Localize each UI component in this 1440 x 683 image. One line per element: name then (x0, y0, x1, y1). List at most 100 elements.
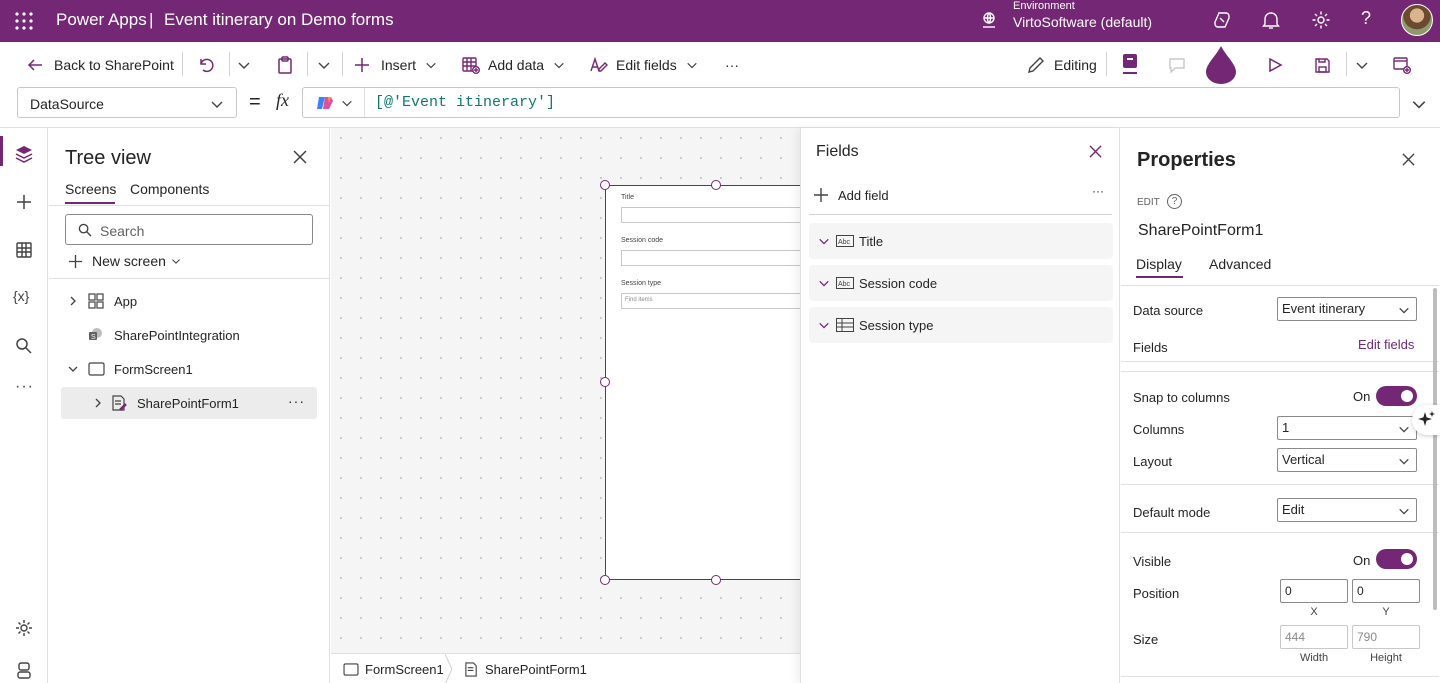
environment-label: Environment (1013, 0, 1075, 12)
form-combo-box[interactable]: Find items (621, 293, 801, 309)
search-rail-icon[interactable] (14, 336, 34, 356)
chevron-down-icon (318, 62, 330, 69)
resize-handle[interactable] (711, 180, 721, 190)
undo-dropdown-chevron[interactable] (237, 55, 251, 75)
visible-toggle[interactable] (1376, 549, 1417, 569)
preview-play-button[interactable] (1267, 55, 1283, 75)
chevron-down-icon (171, 259, 180, 264)
rail-active-indicator (0, 136, 3, 166)
data-source-dropdown[interactable]: Event itinerary (1277, 297, 1417, 321)
paste-button[interactable] (276, 55, 294, 75)
snap-to-columns-toggle[interactable] (1376, 386, 1417, 406)
app-header: Power Apps | Event itinerary on Demo for… (0, 0, 1440, 42)
back-to-sharepoint-button[interactable]: Back to SharePoint (26, 55, 174, 75)
design-canvas[interactable]: Title Session code Session type Find ite… (331, 128, 801, 683)
add-field-button[interactable]: Add field (813, 187, 889, 203)
columns-dropdown[interactable]: 1 (1277, 416, 1417, 440)
tree-view-toggle-button[interactable] (1121, 54, 1139, 74)
y-caption: Y (1382, 606, 1390, 618)
copilot-sparkle-button[interactable] (1412, 405, 1440, 435)
resize-handle[interactable] (600, 575, 610, 585)
width-input[interactable]: 444 (1280, 625, 1348, 649)
field-label: Title (859, 233, 884, 249)
close-icon[interactable] (1089, 145, 1102, 158)
layers-icon[interactable] (14, 144, 34, 164)
form-text-input[interactable] (621, 250, 801, 266)
editing-mode-button[interactable]: Editing (1027, 55, 1097, 75)
more-commands-button[interactable]: ··· (725, 55, 739, 75)
help-icon[interactable]: ? (1167, 194, 1182, 209)
breadcrumb-item-screen[interactable]: FormScreen1 (343, 662, 444, 677)
editing-label: Editing (1054, 57, 1097, 73)
edit-text-icon (590, 56, 608, 72)
bot-icon (17, 662, 31, 679)
property-dropdown[interactable]: DataSource (17, 87, 237, 118)
app-name: Power Apps (56, 10, 147, 29)
save-dropdown-chevron[interactable] (1355, 55, 1369, 75)
settings-rail-icon[interactable] (14, 618, 34, 638)
help-icon[interactable]: ? (1361, 8, 1371, 29)
data-rail-icon[interactable] (14, 240, 34, 260)
edit-fields-button[interactable]: Edit fields (590, 55, 698, 75)
variables-icon[interactable]: {x} (13, 288, 33, 308)
environment-picker[interactable]: VirtoSoftware (default) (1013, 14, 1152, 30)
insert-button[interactable]: Insert (354, 55, 437, 75)
layout-dropdown[interactable]: Vertical (1277, 448, 1417, 472)
visible-label: Visible (1133, 554, 1172, 569)
avatar[interactable] (1401, 4, 1433, 36)
comments-button[interactable] (1168, 55, 1186, 75)
fields-more-icon[interactable]: ··· (1092, 184, 1104, 198)
fields-title: Fields (816, 143, 859, 160)
notifications-icon[interactable] (1262, 10, 1280, 30)
default-mode-label: Default mode (1133, 505, 1211, 520)
publish-button[interactable] (1393, 55, 1411, 75)
publish-icon (1393, 57, 1411, 74)
tree-item-sharepointintegration[interactable]: S SharePointIntegration (61, 319, 317, 351)
height-input[interactable]: 790 (1352, 625, 1420, 649)
virtual-agent-rail-icon[interactable] (14, 660, 34, 680)
copilot-icon[interactable] (1212, 10, 1232, 30)
close-icon[interactable] (1402, 153, 1415, 166)
paste-dropdown-chevron[interactable] (317, 55, 331, 75)
tree-search-input[interactable]: Search (65, 214, 313, 245)
tree-item-formscreen1[interactable]: FormScreen1 (61, 353, 317, 385)
save-button[interactable] (1314, 55, 1331, 75)
settings-icon[interactable] (1311, 10, 1331, 30)
new-screen-button[interactable]: New screen (68, 253, 181, 269)
properties-scrollbar[interactable] (1433, 288, 1437, 610)
formula-input[interactable]: [@'Event itinerary'] (302, 87, 1400, 118)
field-item-session-code[interactable]: Abc Session code (809, 265, 1113, 301)
field-item-session-type[interactable]: Session type (809, 307, 1113, 343)
tree-item-sharepointform1[interactable]: SharePointForm1 ··· (61, 387, 317, 419)
insert-rail-icon[interactable] (14, 192, 34, 212)
resize-handle[interactable] (600, 377, 610, 387)
resize-handle[interactable] (600, 180, 610, 190)
item-more-icon[interactable]: ··· (288, 393, 305, 409)
form-text-input[interactable] (621, 207, 801, 223)
resize-handle[interactable] (711, 575, 721, 585)
field-item-title[interactable]: Abc Title (809, 223, 1113, 259)
position-y-input[interactable]: 0 (1352, 579, 1420, 603)
app-launcher-icon[interactable] (14, 11, 34, 31)
copilot-formula-button[interactable] (303, 88, 365, 117)
undo-button[interactable] (197, 55, 215, 75)
tab-components[interactable]: Components (130, 181, 209, 197)
sharepoint-form-control[interactable]: Title Session code Session type Find ite… (605, 185, 801, 580)
expand-formula-chevron-icon[interactable] (1411, 96, 1427, 112)
more-rail-icon[interactable]: ··· (15, 378, 35, 398)
divider (1121, 371, 1439, 372)
app-checker-icon[interactable] (1204, 44, 1238, 84)
position-x-input[interactable]: 0 (1280, 579, 1348, 603)
edit-fields-link[interactable]: Edit fields (1358, 337, 1414, 352)
tree-item-app[interactable]: App (61, 285, 317, 317)
screen-icon (343, 663, 359, 676)
default-mode-dropdown[interactable]: Edit (1277, 498, 1417, 522)
add-data-button[interactable]: Add data (462, 55, 565, 75)
search-icon (78, 223, 92, 237)
breadcrumb-item-form[interactable]: SharePointForm1 (464, 662, 587, 677)
close-icon[interactable] (293, 150, 307, 164)
tab-screens[interactable]: Screens (65, 181, 116, 197)
tab-display[interactable]: Display (1136, 256, 1182, 272)
tree-item-label: SharePointIntegration (114, 327, 240, 343)
tab-advanced[interactable]: Advanced (1209, 256, 1271, 272)
